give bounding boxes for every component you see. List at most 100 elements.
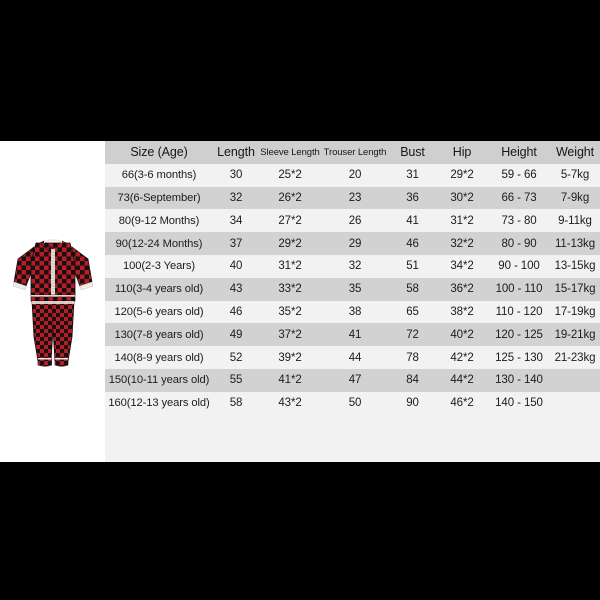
column-header-sleeve-length: Sleeve Length [260, 146, 320, 158]
header-row: Size (Age) Length Sleeve Length Trouser … [105, 141, 600, 164]
cell-length: 43 [229, 283, 243, 296]
cell-bust: 84 [406, 374, 419, 387]
cell-length: 52 [229, 351, 243, 364]
cell-length: 55 [229, 374, 243, 387]
cell-weight: 15-17kg [554, 283, 596, 296]
cell-sleeve-length: 35*2 [278, 305, 302, 318]
cell-size: 150(10-11 years old) [108, 374, 210, 387]
cell-bust: 72 [406, 328, 419, 341]
cell-sleeve-length: 43*2 [278, 397, 302, 410]
cell-weight: 11-13kg [554, 237, 595, 250]
cell-bust: 58 [406, 283, 419, 296]
cell-trouser-length: 29 [348, 237, 362, 250]
column-header-hip: Hip [452, 145, 472, 160]
cell-size: 160(12-13 years old) [108, 397, 210, 410]
column-header-bust: Bust [400, 145, 425, 160]
cell-length: 37 [229, 237, 243, 250]
column-header-length: Length [217, 145, 255, 160]
cell-height: 90 - 100 [498, 260, 540, 273]
cell-hip: 30*2 [450, 191, 474, 204]
table-row: 140(8-9 years old) 52 39*2 44 78 42*2 125 - 13… [105, 346, 600, 369]
table-row: 66(3-6 months) 30 25*2 20 31 29*2 59 - 66 5-7kg [105, 163, 600, 187]
cell-hip: 31*2 [450, 214, 474, 227]
cell-bust: 90 [406, 397, 419, 410]
table-header: Size (Age) Length Sleeve Length Trouser … [105, 141, 600, 164]
size-chart-canvas: Size (Age) Length Sleeve Length Trouser … [0, 0, 600, 600]
column-header-trouser-length: Trouser Length [323, 146, 387, 158]
cell-weight [550, 369, 600, 392]
pajama-set-image [12, 239, 94, 367]
cell-hip: 44*2 [450, 374, 474, 387]
table-row: 110(3-4 years old) 43 33*2 35 58 36*2 100 - 11… [105, 277, 600, 301]
table-row: 73(6-September) 32 26*2 23 36 30*2 66 - 73 7-9k… [105, 186, 600, 210]
cell-height: 130 - 140 [495, 374, 543, 387]
cell-length: 30 [229, 169, 243, 182]
cell-length: 58 [229, 397, 243, 410]
cell-sleeve-length: 39*2 [278, 351, 302, 364]
column-header-size: Size (Age) [130, 145, 188, 160]
cell-bust: 78 [406, 351, 419, 364]
cell-height: 59 - 66 [501, 169, 537, 182]
cell-hip: 29*2 [450, 169, 474, 182]
cell-sleeve-length: 26*2 [278, 191, 302, 204]
cell-hip: 36*2 [450, 283, 474, 296]
cell-trouser-length: 32 [348, 260, 362, 273]
size-chart-table: Size (Age) Length Sleeve Length Trouser … [105, 141, 600, 415]
cell-length: 40 [229, 260, 243, 273]
cell-trouser-length: 47 [348, 374, 362, 387]
cell-sleeve-length: 29*2 [278, 237, 302, 250]
cell-trouser-length: 26 [348, 214, 362, 227]
cell-sleeve-length: 27*2 [278, 214, 302, 227]
table-row: 160(12-13 years old) 58 43*2 50 90 46*2 140 - … [105, 391, 600, 415]
size-chart-content: Size (Age) Length Sleeve Length Trouser … [0, 141, 600, 462]
cell-height: 80 - 90 [501, 237, 537, 250]
cell-weight: 21-23kg [554, 351, 596, 364]
cell-size: 73(6-September) [117, 191, 201, 204]
cell-hip: 46*2 [450, 397, 474, 410]
cell-hip: 42*2 [450, 351, 474, 364]
table-row: 90(12-24 Months) 37 29*2 29 46 32*2 80 - 90 11-… [105, 232, 600, 255]
cell-height: 110 - 120 [495, 305, 543, 318]
cell-hip: 32*2 [450, 237, 474, 250]
cell-sleeve-length: 41*2 [278, 374, 302, 387]
cell-trouser-length: 35 [348, 283, 362, 296]
cell-length: 32 [229, 191, 243, 204]
cell-weight: 19-21kg [554, 328, 596, 341]
cell-trouser-length: 20 [348, 169, 362, 182]
cell-weight [550, 392, 600, 415]
cell-height: 120 - 125 [495, 328, 543, 341]
table-row: 130(7-8 years old) 49 37*2 41 72 40*2 120 - 12… [105, 323, 600, 347]
cell-height: 100 - 110 [495, 283, 543, 296]
cell-length: 49 [229, 328, 243, 341]
cell-size: 120(5-6 years old) [114, 305, 204, 318]
cell-size: 130(7-8 years old) [114, 328, 204, 341]
cell-size: 66(3-6 months) [121, 169, 197, 182]
column-header-weight: Weight [555, 145, 595, 160]
cell-hip: 40*2 [450, 328, 474, 341]
cell-size: 90(12-24 Months) [115, 237, 203, 250]
table-body: 66(3-6 months) 30 25*2 20 31 29*2 59 - 66 5-7kg… [105, 163, 600, 415]
cell-sleeve-length: 25*2 [278, 169, 302, 182]
table-row: 100(2-3 Years) 40 31*2 32 51 34*2 90 - 100 13-1… [105, 254, 600, 278]
cell-weight: 13-15kg [554, 260, 596, 273]
cell-height: 66 - 73 [501, 191, 537, 204]
cell-size: 140(8-9 years old) [114, 351, 204, 364]
cell-trouser-length: 23 [348, 191, 362, 204]
cell-length: 34 [229, 214, 243, 227]
cell-size: 110(3-4 years old) [114, 283, 204, 296]
table-row: 80(9-12 Months) 34 27*2 26 41 31*2 73 - 80 9-11… [105, 209, 600, 233]
cell-trouser-length: 41 [348, 328, 362, 341]
cell-trouser-length: 50 [348, 397, 362, 410]
cell-weight: 7-9kg [560, 191, 590, 204]
cell-trouser-length: 44 [348, 351, 362, 364]
cell-weight: 5-7kg [560, 169, 590, 182]
cell-hip: 38*2 [450, 305, 474, 318]
product-image-panel [0, 141, 105, 462]
cell-height: 140 - 150 [495, 397, 543, 410]
cell-trouser-length: 38 [348, 305, 362, 318]
table-row: 150(10-11 years old) 55 41*2 47 84 44*2 130 - … [105, 368, 600, 392]
cell-sleeve-length: 31*2 [278, 260, 302, 273]
cell-height: 73 - 80 [501, 214, 537, 227]
cell-sleeve-length: 37*2 [278, 328, 302, 341]
cell-size: 100(2-3 Years) [123, 260, 195, 273]
